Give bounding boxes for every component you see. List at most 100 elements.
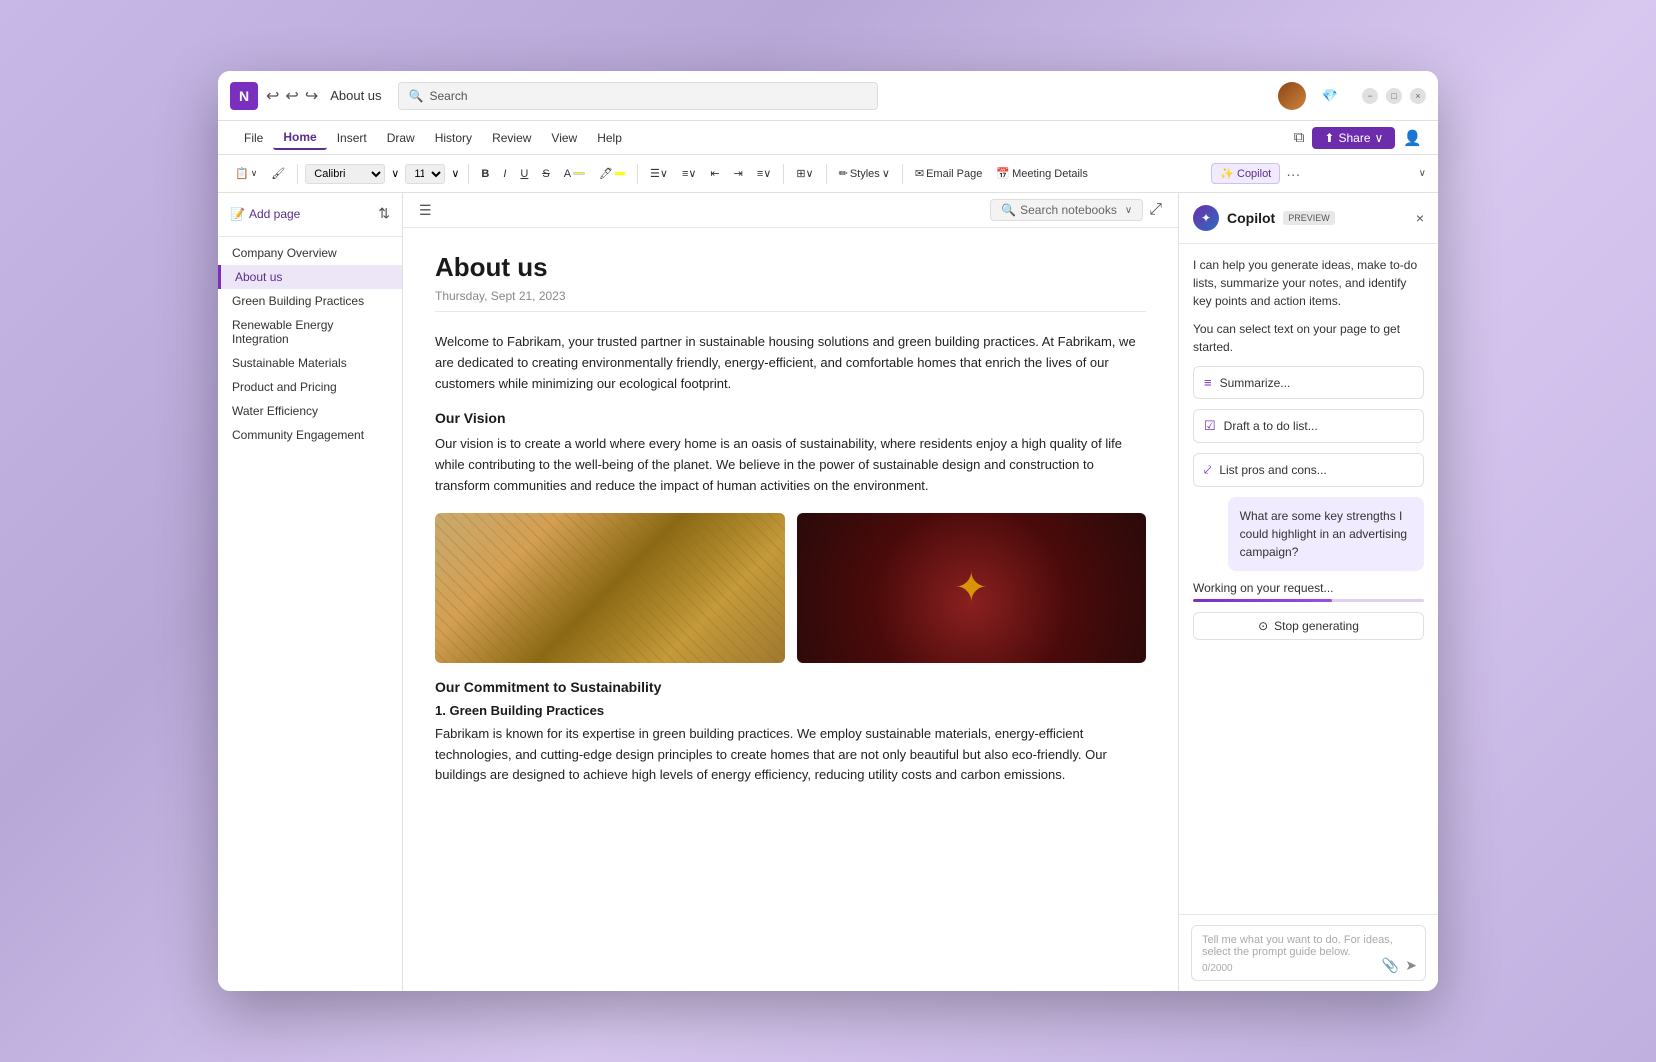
email-page-button[interactable]: ✉ Email Page <box>910 164 987 183</box>
intro-paragraph[interactable]: Welcome to Fabrikam, your trusted partne… <box>435 332 1146 394</box>
maximize-button[interactable]: □ <box>1386 88 1402 104</box>
sidebar-item-renewable-energy[interactable]: Renewable Energy Integration <box>218 313 402 351</box>
onenote-icon: N <box>230 82 258 110</box>
copilot-preview-badge: PREVIEW <box>1283 211 1335 225</box>
italic-button[interactable]: I <box>498 165 511 183</box>
sidebar-collapse-icon[interactable]: ☰ <box>419 202 432 219</box>
copilot-input-box[interactable]: Tell me what you want to do. For ideas, … <box>1191 925 1426 981</box>
copilot-close-button[interactable]: × <box>1416 210 1424 226</box>
commitment-paragraph[interactable]: Fabrikam is known for its expertise in g… <box>435 724 1146 786</box>
menu-insert[interactable]: Insert <box>327 127 377 149</box>
toolbar-separator-4 <box>783 164 784 184</box>
stop-generating-button[interactable]: ⊙ Stop generating <box>1193 612 1424 640</box>
menu-home[interactable]: Home <box>273 126 326 150</box>
decrease-indent-button[interactable]: ⇤ <box>705 164 724 183</box>
toolbar-separator-1 <box>297 164 298 184</box>
highlight-button[interactable]: 🖊 <box>594 164 630 183</box>
titlebar-actions: ↩ ↩ ↪ <box>266 86 318 106</box>
search-notebooks-input[interactable]: 🔍 Search notebooks ∨ <box>990 199 1143 221</box>
close-button[interactable]: × <box>1410 88 1426 104</box>
more-options-icon[interactable]: ··· <box>1286 166 1300 182</box>
image-dome[interactable] <box>797 513 1147 663</box>
sidebar-item-community-engagement[interactable]: Community Engagement <box>218 423 402 447</box>
sidebar-item-green-building[interactable]: Green Building Practices <box>218 289 402 313</box>
minimize-button[interactable]: − <box>1362 88 1378 104</box>
vision-heading: Our Vision <box>435 410 1146 426</box>
underline-button[interactable]: U <box>515 165 533 183</box>
strikethrough-button[interactable]: S <box>537 165 554 183</box>
share-icon: ⬆ <box>1324 131 1334 145</box>
toolbar-separator-6 <box>902 164 903 184</box>
wood-structure-image <box>435 513 785 663</box>
font-size-select[interactable]: 11 <box>405 164 445 184</box>
toolbar-separator-3 <box>637 164 638 184</box>
bullet-list-button[interactable]: ☰∨ <box>645 164 673 183</box>
share-button[interactable]: ⬆ Share ∨ <box>1312 127 1395 149</box>
menu-history[interactable]: History <box>425 127 482 149</box>
copilot-header-left: ✦ Copilot PREVIEW <box>1193 205 1335 231</box>
copilot-body: I can help you generate ideas, make to-d… <box>1179 244 1438 914</box>
numbered-list-button[interactable]: ≡∨ <box>677 164 701 183</box>
menu-help[interactable]: Help <box>587 127 632 149</box>
add-page-button[interactable]: 📝 Add page <box>230 207 300 221</box>
menu-draw[interactable]: Draw <box>377 127 425 149</box>
sidebar-item-water-efficiency[interactable]: Water Efficiency <box>218 399 402 423</box>
page-date: Thursday, Sept 21, 2023 <box>435 289 1146 312</box>
titlebar-right: 💎 − □ × <box>1278 82 1426 110</box>
font-color-button[interactable]: A <box>559 165 590 183</box>
summarize-icon: ≡ <box>1204 375 1212 390</box>
toolbar-separator-2 <box>468 164 469 184</box>
sidebar-item-about-us[interactable]: About us <box>218 265 402 289</box>
image-wood[interactable] <box>435 513 785 663</box>
font-family-select[interactable]: Calibri <box>305 164 385 184</box>
history-icon[interactable]: ↩ <box>266 86 279 106</box>
insert-table-button[interactable]: ⊞∨ <box>791 164 818 183</box>
attach-icon[interactable]: 📎 <box>1382 957 1399 974</box>
window-controls: − □ × <box>1362 88 1426 104</box>
menu-review[interactable]: Review <box>482 127 541 149</box>
menu-view[interactable]: View <box>541 127 587 149</box>
working-status: Working on your request... <box>1193 581 1424 602</box>
todo-button[interactable]: ☑ Draft a to do list... <box>1193 409 1424 443</box>
bold-button[interactable]: B <box>476 165 494 183</box>
search-bar[interactable]: 🔍 Search <box>398 82 878 110</box>
styles-button[interactable]: ✏ Styles ∨ <box>834 164 895 183</box>
sidebar-item-company-overview[interactable]: Company Overview <box>218 241 402 265</box>
commitment-sub: 1. Green Building Practices <box>435 703 1146 718</box>
summarize-button[interactable]: ≡ Summarize... <box>1193 366 1424 399</box>
toolbar-collapse-icon[interactable]: ∨ <box>1419 168 1426 179</box>
search-icon: 🔍 <box>1001 203 1016 217</box>
format-painter-button[interactable]: 🖌 <box>266 164 290 183</box>
titlebar: N ↩ ↩ ↪ About us 🔍 Search 💎 − □ × <box>218 71 1438 121</box>
meeting-details-button[interactable]: 📅 Meeting Details <box>991 164 1093 183</box>
send-icon[interactable]: ➤ <box>1405 957 1417 974</box>
progress-bar <box>1193 599 1332 602</box>
todo-label: Draft a to do list... <box>1224 419 1318 433</box>
copilot-header: ✦ Copilot PREVIEW × <box>1179 193 1438 244</box>
clipboard-button[interactable]: 📋∨ <box>230 164 262 183</box>
people-icon[interactable]: 👤 <box>1403 129 1422 147</box>
avatar[interactable] <box>1278 82 1306 110</box>
sort-icon[interactable]: ⇅ <box>378 205 390 222</box>
expand-page-icon[interactable]: ⤢ <box>1149 201 1162 219</box>
page-content: About us Thursday, Sept 21, 2023 Welcome… <box>403 228 1178 991</box>
content-area: ☰ 🔍 Search notebooks ∨ ⤢ About us Thursd… <box>403 193 1178 991</box>
pros-cons-button[interactable]: ⤦ List pros and cons... <box>1193 453 1424 487</box>
menu-file[interactable]: File <box>234 127 273 149</box>
sidebar-item-sustainable-materials[interactable]: Sustainable Materials <box>218 351 402 375</box>
redo-icon[interactable]: ↪ <box>305 86 318 106</box>
vision-paragraph[interactable]: Our vision is to create a world where ev… <box>435 434 1146 496</box>
gem-icon[interactable]: 💎 <box>1316 86 1344 106</box>
window-title: About us <box>330 88 381 103</box>
share-chevron-icon: ∨ <box>1375 131 1384 145</box>
todo-icon: ☑ <box>1204 418 1216 434</box>
stop-icon: ⊙ <box>1258 619 1268 633</box>
menubar-right: ⧉ ⬆ Share ∨ 👤 <box>1294 127 1422 149</box>
sidebar-item-product-pricing[interactable]: Product and Pricing <box>218 375 402 399</box>
copilot-button[interactable]: ✨ Copilot <box>1211 163 1280 184</box>
images-row <box>435 513 1146 663</box>
undo-icon[interactable]: ↩ <box>285 86 298 106</box>
increase-indent-button[interactable]: ⇥ <box>729 164 748 183</box>
align-button[interactable]: ≡∨ <box>752 164 776 183</box>
dock-icon[interactable]: ⧉ <box>1294 129 1305 146</box>
